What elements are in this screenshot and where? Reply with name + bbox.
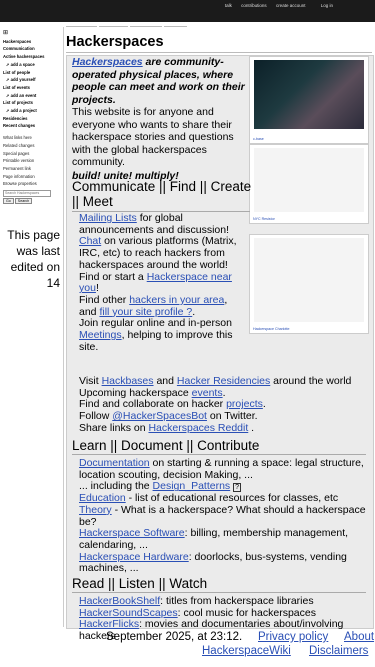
hackerspacewiki-link[interactable]: HackerspaceWiki xyxy=(202,645,291,657)
talk-link[interactable]: talk xyxy=(225,3,232,8)
hackerbookshelf-link[interactable]: HackerBookShelf xyxy=(79,595,160,607)
hackersoundscapes-link[interactable]: HackerSoundScapes xyxy=(79,607,178,619)
intro-text: This website is for anyone and everyone … xyxy=(72,106,234,168)
caption-hackerspace-charlotte[interactable]: Hackerspace Charlotte xyxy=(253,327,290,331)
events-link[interactable]: events xyxy=(192,387,223,399)
c-base-image[interactable] xyxy=(254,60,364,129)
sidebar-tool-what-links-here[interactable]: What links here xyxy=(0,134,63,142)
sidebar-tool-permanent-link[interactable]: Permanent link xyxy=(0,165,63,173)
sidebar-item-list-of-people[interactable]: List of people xyxy=(0,69,63,77)
hacker-residencies-link[interactable]: Hacker Residencies xyxy=(177,375,270,387)
learn-heading: Learn || Document || Contribute xyxy=(72,438,366,455)
sidebar-item-active-hackerspaces[interactable]: Active hackerspaces xyxy=(0,53,63,61)
education-link[interactable]: Education xyxy=(79,492,126,504)
intro: Hackerspaces are community-operated phys… xyxy=(72,56,250,182)
sidebar-tool-related-changes[interactable]: Related changes xyxy=(0,142,63,150)
list-item: Join regular online and in-person Meetin… xyxy=(79,317,233,353)
sidebar-tool-printable-version[interactable]: Printable version xyxy=(0,157,63,165)
caption-nyc-resistor[interactable]: NYC Resistor xyxy=(253,217,275,221)
fill-profile-link[interactable]: fill your site profile ? xyxy=(99,306,192,318)
hackers-in-your-area-link[interactable]: hackers in your area xyxy=(129,294,224,306)
list-item: Hackerspace Hardware: doorlocks, bus-sys… xyxy=(79,550,347,575)
sidebar-item-residencies[interactable]: Residencies xyxy=(0,115,63,123)
list-item: Chat on various platforms (Matrix, IRC, … xyxy=(79,235,237,271)
help-icon[interactable]: ? xyxy=(233,483,242,493)
nyc-resistor-image[interactable] xyxy=(254,148,364,212)
search-buttons: Go Search xyxy=(0,197,63,205)
hackerspace-software-link[interactable]: Hackerspace Software xyxy=(79,527,185,539)
sidebar-item-list-of-projects[interactable]: List of projects xyxy=(0,99,63,107)
sidebar-tool-special-pages[interactable]: Special pages xyxy=(0,150,63,158)
projects-link[interactable]: projects xyxy=(226,398,263,411)
hackerspace-charlotte-image[interactable] xyxy=(254,238,364,322)
list-item: Find or start a Hackerspace near you! xyxy=(79,270,232,295)
personal-tools: talk contributions create account Log in xyxy=(217,3,333,8)
image-box-hackerspace-charlotte: Hackerspace Charlotte xyxy=(249,234,369,334)
list-item: Share links on Hackerspaces Reddit . xyxy=(79,421,255,434)
main-box: Hackerspaces are community-operated phys… xyxy=(66,55,374,642)
mailing-lists-link[interactable]: Mailing Lists xyxy=(79,212,137,224)
footer-date: September 2025, at 23:12. xyxy=(106,631,243,643)
design-patterns-link[interactable]: Design_Patterns xyxy=(153,480,231,493)
sidebar-item-add-event[interactable]: ➚ add an event xyxy=(0,92,63,100)
reddit-link[interactable]: Hackerspaces Reddit xyxy=(148,422,248,434)
image-box-c-base: c-base xyxy=(249,56,369,144)
go-button[interactable]: Go xyxy=(3,197,14,204)
list-item: Documentation on starting & running a sp… xyxy=(79,457,364,481)
login-link[interactable]: Log in xyxy=(321,3,333,8)
page-title: Hackerspaces xyxy=(66,34,164,50)
sidebar-item-communication[interactable]: Communication xyxy=(0,45,63,53)
sidebar-tool-browse-properties[interactable]: Browse properties xyxy=(0,180,63,188)
sidebar-item-list-of-events[interactable]: List of events xyxy=(0,84,63,92)
search-box xyxy=(3,189,63,197)
about-link[interactable]: About xyxy=(344,631,374,643)
sidebar: ⊞ Hackerspaces Communication Active hack… xyxy=(0,30,63,204)
read-heading: Read || Listen || Watch xyxy=(72,576,366,593)
communicate-list: Mailing Lists for global announcements a… xyxy=(79,212,254,353)
hackerspace-hardware-link[interactable]: Hackerspace Hardware xyxy=(79,551,189,563)
create-account-link[interactable]: create account xyxy=(276,3,306,8)
privacy-policy-link[interactable]: Privacy policy xyxy=(258,631,328,643)
list-item: Mailing Lists for global announcements a… xyxy=(79,212,230,236)
hackbases-link[interactable]: Hackbases xyxy=(102,375,154,387)
learn-list: Documentation on starting & running a sp… xyxy=(79,457,371,575)
documentation-link[interactable]: Documentation xyxy=(79,457,150,469)
list-item: Hackerspace Software: billing, membershi… xyxy=(79,527,349,551)
sidebar-item-add-space[interactable]: ➚ add a space xyxy=(0,61,63,69)
image-box-nyc-resistor: NYC Resistor xyxy=(249,144,369,224)
sidebar-item-hackerspaces[interactable]: Hackerspaces xyxy=(0,38,63,46)
communicate-list-wide: Visit Hackbases and Hacker Residencies a… xyxy=(79,375,369,435)
meetings-link[interactable]: Meetings xyxy=(79,329,122,341)
contributions-link[interactable]: contributions xyxy=(241,3,267,8)
hackerspaces-link[interactable]: Hackerspaces xyxy=(72,56,143,68)
caption-c-base[interactable]: c-base xyxy=(253,137,264,141)
disclaimers-link[interactable]: Disclaimers xyxy=(309,645,368,657)
twitter-bot-link[interactable]: @HackerSpacesBot xyxy=(112,410,207,422)
sidebar-item-add-project[interactable]: ➚ add a project xyxy=(0,107,63,115)
content-area: Hackerspaces Hackerspaces are community-… xyxy=(63,27,375,642)
last-edited-text: This page was last edited on 14 xyxy=(7,228,60,290)
sidebar-tool-page-information[interactable]: Page information xyxy=(0,173,63,181)
title-divider xyxy=(66,52,372,53)
site-logo-icon[interactable]: ⊞ xyxy=(3,30,63,38)
search-input[interactable] xyxy=(3,189,51,197)
footer: September 2025, at 23:12. Privacy policy… xyxy=(0,629,375,667)
intro-lead: Hackerspaces are community-operated phys… xyxy=(72,56,250,106)
page-tabs: main pagediscussionview sourcehistory xyxy=(66,19,189,34)
theory-link[interactable]: Theory xyxy=(79,504,112,516)
chat-link[interactable]: Chat xyxy=(79,235,101,248)
search-button[interactable]: Search xyxy=(14,197,33,204)
list-item: Theory - What is a hackerspace? What sho… xyxy=(79,503,366,528)
sidebar-item-add-yourself[interactable]: ➚ add yourself xyxy=(0,76,63,84)
sidebar-item-recent-changes[interactable]: Recent changes xyxy=(0,122,63,130)
communicate-heading: Communicate || Find || Create || Meet xyxy=(72,179,252,209)
